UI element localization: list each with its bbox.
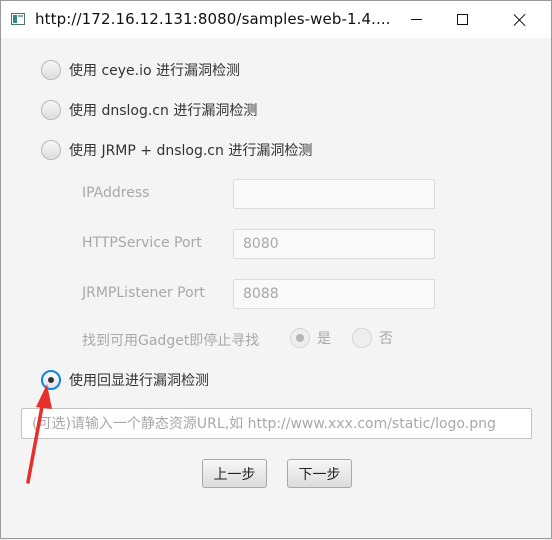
gadget-yes-label: 是 [317,331,331,347]
gadget-yes-radio[interactable] [290,328,310,348]
annotation-arrow-icon [26,384,52,484]
previous-button[interactable]: 上一步 [202,459,267,488]
window-title: http://172.16.12.131:8080/samples-web-1.… [35,10,391,28]
next-button[interactable]: 下一步 [287,459,352,488]
dialog-window: http://172.16.12.131:8080/samples-web-1.… [0,0,552,539]
radio-ceye[interactable] [41,60,61,80]
static-url-input[interactable] [21,408,532,439]
option-dnslog[interactable]: 使用 dnslog.cn 进行漏洞检测 [41,99,257,121]
radio-echo[interactable] [41,370,61,390]
gadget-stop-label: 找到可用Gadget即停止寻找 [82,333,260,349]
gadget-no-radio[interactable] [352,328,372,348]
radio-dnslog[interactable] [41,100,61,120]
gadget-no-option[interactable]: 否 [352,328,393,348]
option-ceye-label: 使用 ceye.io 进行漏洞检测 [69,63,241,79]
ip-address-field[interactable] [233,179,435,209]
maximize-icon [456,14,468,25]
jrmp-listener-port-field[interactable]: 8088 [233,279,435,309]
title-bar[interactable]: http://172.16.12.131:8080/samples-web-1.… [1,1,551,38]
gadget-yes-option[interactable]: 是 [290,328,331,348]
http-service-port-label: HTTPService Port [82,235,202,251]
app-icon [11,13,25,25]
close-icon [513,13,527,27]
ip-address-label: IPAddress [82,185,150,201]
gadget-no-label: 否 [379,331,393,347]
minimize-button[interactable] [393,1,439,38]
http-service-port-field[interactable]: 8080 [233,229,435,259]
maximize-button[interactable] [439,1,485,38]
close-button[interactable] [497,1,543,38]
option-echo[interactable]: 使用回显进行漏洞检测 [41,369,209,391]
jrmp-listener-port-label: JRMPListener Port [82,285,205,301]
option-ceye[interactable]: 使用 ceye.io 进行漏洞检测 [41,59,240,81]
radio-jrmp[interactable] [41,140,61,160]
option-dnslog-label: 使用 dnslog.cn 进行漏洞检测 [69,103,258,119]
option-jrmp[interactable]: 使用 JRMP + dnslog.cn 进行漏洞检测 [41,139,312,161]
option-echo-label: 使用回显进行漏洞检测 [69,373,209,389]
option-jrmp-label: 使用 JRMP + dnslog.cn 进行漏洞检测 [69,143,313,159]
minimize-icon [410,19,422,20]
